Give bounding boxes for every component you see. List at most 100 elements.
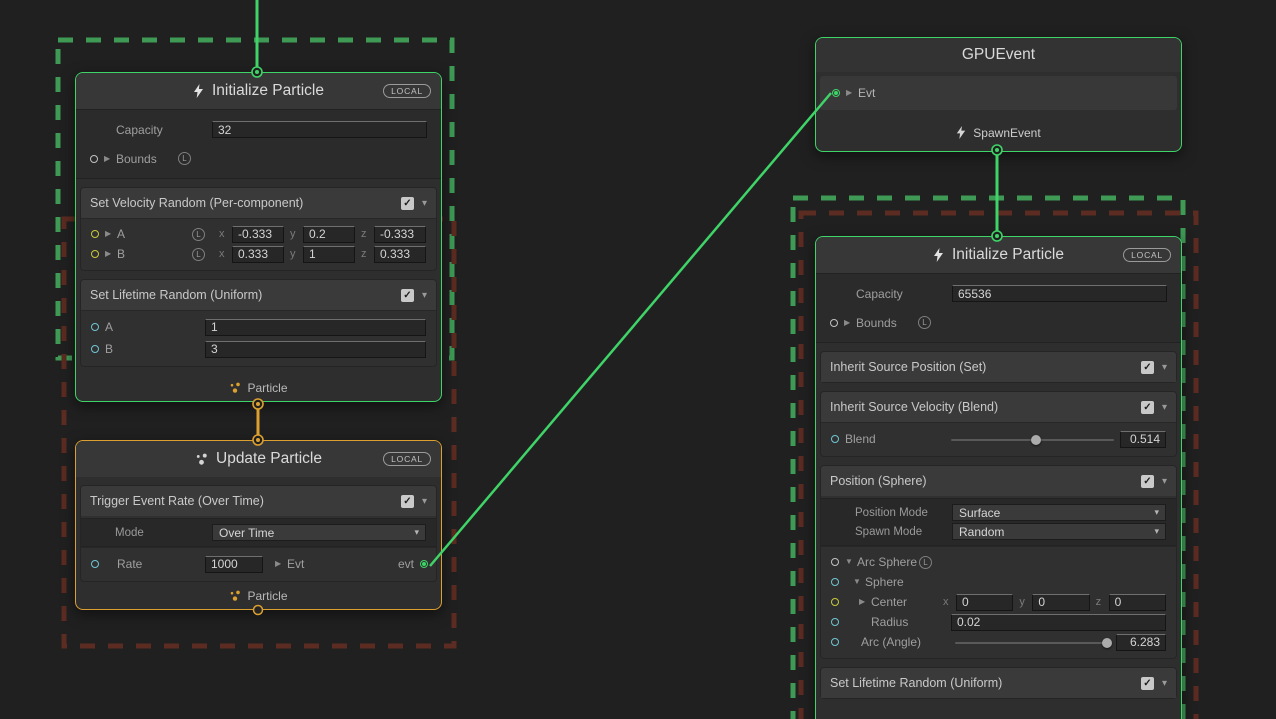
block-inherit-source-position[interactable]: Inherit Source Position (Set) ✓ ▾ (820, 351, 1177, 383)
block-enabled-checkbox[interactable]: ✓ (1141, 475, 1154, 488)
evt-output-port[interactable] (420, 560, 428, 568)
block-header[interactable]: Inherit Source Velocity (Blend) ✓ ▾ (821, 392, 1176, 422)
x-field[interactable]: 0.333 (232, 246, 284, 263)
slot-row-b: B 3 (81, 338, 436, 360)
node-initialize-particle-right[interactable]: Initialize Particle LOCAL Capacity 65536… (815, 236, 1182, 719)
y-field[interactable]: 1 (303, 246, 355, 263)
block-header[interactable]: Set Lifetime Random (Uniform) ✓ ▾ (81, 280, 436, 310)
rate-field[interactable]: 1000 (205, 556, 263, 573)
foldout-icon[interactable]: ▶ (846, 89, 858, 97)
center-x-field[interactable]: 0 (956, 594, 1013, 611)
bounds-port[interactable] (830, 319, 838, 327)
blend-slider[interactable] (951, 431, 1114, 448)
center-z-field[interactable]: 0 (1109, 594, 1166, 611)
node-update-particle[interactable]: Update Particle LOCAL Trigger Event Rate… (75, 440, 442, 610)
capacity-label: Capacity (856, 287, 952, 301)
node-header[interactable]: GPUEvent (816, 38, 1181, 72)
chevron-down-icon[interactable]: ▾ (1162, 402, 1167, 413)
block-set-lifetime-random[interactable]: Set Lifetime Random (Uniform) ✓ ▾ A 1 B … (80, 279, 437, 367)
vector3-port[interactable] (91, 250, 99, 258)
edge-evt-to-gpuevent[interactable] (430, 93, 831, 566)
arc-sphere-port[interactable] (831, 558, 839, 566)
arc-angle-port[interactable] (831, 638, 839, 646)
node-title: Update Particle (216, 450, 322, 468)
arc-angle-value-field[interactable]: 6.283 (1116, 634, 1166, 651)
chevron-down-icon[interactable]: ▾ (1162, 678, 1167, 689)
foldout-icon[interactable]: ▶ (844, 319, 856, 327)
float-port[interactable] (91, 560, 99, 568)
lightning-icon (933, 248, 944, 262)
particle-icon (229, 382, 241, 394)
value-field[interactable]: 1 (205, 319, 426, 336)
node-header[interactable]: Update Particle LOCAL (76, 441, 441, 477)
blend-value-field[interactable]: 0.514 (1120, 431, 1166, 448)
foldout-icon[interactable]: ▶ (105, 230, 117, 238)
z-field[interactable]: -0.333 (374, 226, 426, 243)
position-mode-dropdown[interactable]: Surface ▾ (952, 504, 1166, 521)
node-header[interactable]: Initialize Particle LOCAL (816, 237, 1181, 273)
foldout-open-icon[interactable]: ▼ (845, 558, 857, 566)
bounds-row: ▶ Bounds L (816, 308, 1181, 337)
block-header[interactable]: Set Lifetime Random (Uniform) ✓ ▾ (821, 668, 1176, 698)
block-enabled-checkbox[interactable]: ✓ (401, 289, 414, 302)
foldout-icon[interactable]: ▶ (104, 155, 116, 163)
block-enabled-checkbox[interactable]: ✓ (1141, 361, 1154, 374)
foldout-icon[interactable]: ▶ (275, 560, 287, 568)
evt-input-port[interactable] (832, 89, 840, 97)
float-port[interactable] (91, 345, 99, 353)
float-port[interactable] (91, 323, 99, 331)
block-set-lifetime-random[interactable]: Set Lifetime Random (Uniform) ✓ ▾ (820, 667, 1177, 699)
block-enabled-checkbox[interactable]: ✓ (401, 197, 414, 210)
block-header[interactable]: Position (Sphere) ✓ ▾ (821, 466, 1176, 496)
z-field[interactable]: 0.333 (374, 246, 426, 263)
block-position-sphere[interactable]: Position (Sphere) ✓ ▾ Position Mode Surf… (820, 465, 1177, 659)
x-field[interactable]: -0.333 (232, 226, 284, 243)
bounds-label: Bounds (856, 316, 918, 330)
mode-dropdown[interactable]: Over Time ▾ (212, 524, 426, 541)
bounds-port[interactable] (90, 155, 98, 163)
chevron-down-icon[interactable]: ▾ (1162, 362, 1167, 373)
capacity-field[interactable]: 32 (212, 121, 427, 138)
foldout-open-icon[interactable]: ▼ (853, 578, 865, 586)
chevron-down-icon[interactable]: ▾ (422, 290, 427, 301)
capacity-row: Capacity 65536 (816, 279, 1181, 308)
center-y-field[interactable]: 0 (1032, 594, 1089, 611)
sphere-label: Sphere (865, 575, 904, 589)
block-trigger-event-rate[interactable]: Trigger Event Rate (Over Time) ✓ ▾ Mode … (80, 485, 437, 582)
chevron-down-icon[interactable]: ▾ (422, 198, 427, 209)
capacity-field[interactable]: 65536 (952, 285, 1167, 302)
radius-port[interactable] (831, 618, 839, 626)
block-enabled-checkbox[interactable]: ✓ (1141, 401, 1154, 414)
node-initialize-particle-left[interactable]: Initialize Particle LOCAL Capacity 32 ▶ … (75, 72, 442, 402)
vfx-graph-canvas[interactable]: Initialize Particle LOCAL Capacity 32 ▶ … (0, 0, 1276, 719)
block-header[interactable]: Trigger Event Rate (Over Time) ✓ ▾ (81, 486, 436, 516)
foldout-icon[interactable]: ▶ (105, 250, 117, 258)
sphere-port[interactable] (831, 578, 839, 586)
center-port[interactable] (831, 598, 839, 606)
block-settings: Position Mode Surface ▾ Spawn Mode Rando… (821, 498, 1176, 546)
y-field[interactable]: 0.2 (303, 226, 355, 243)
block-header[interactable]: Set Velocity Random (Per-component) ✓ ▾ (81, 188, 436, 218)
block-header[interactable]: Inherit Source Position (Set) ✓ ▾ (821, 352, 1176, 382)
radius-field[interactable]: 0.02 (951, 614, 1166, 631)
node-title: GPUEvent (962, 46, 1035, 64)
node-header[interactable]: Initialize Particle LOCAL (76, 73, 441, 109)
block-set-velocity-random[interactable]: Set Velocity Random (Per-component) ✓ ▾ … (80, 187, 437, 271)
vector3-port[interactable] (91, 230, 99, 238)
foldout-icon[interactable]: ▶ (859, 598, 871, 606)
link-badge: L (918, 316, 931, 329)
block-enabled-checkbox[interactable]: ✓ (1141, 677, 1154, 690)
block-title: Trigger Event Rate (Over Time) (90, 494, 401, 508)
axis-y-label: y (1019, 596, 1029, 608)
radius-label: Radius (871, 615, 951, 629)
block-enabled-checkbox[interactable]: ✓ (401, 495, 414, 508)
float-port[interactable] (831, 435, 839, 443)
arc-angle-slider[interactable] (955, 634, 1110, 651)
value-field[interactable]: 3 (205, 341, 426, 358)
block-inherit-source-velocity[interactable]: Inherit Source Velocity (Blend) ✓ ▾ Blen… (820, 391, 1177, 457)
node-gpu-event[interactable]: GPUEvent ▶ Evt SpawnEvent (815, 37, 1182, 152)
chevron-down-icon[interactable]: ▾ (1162, 476, 1167, 487)
spawn-mode-dropdown[interactable]: Random ▾ (952, 523, 1166, 540)
chevron-down-icon[interactable]: ▾ (422, 496, 427, 507)
particle-output-footer: Particle (76, 375, 441, 401)
